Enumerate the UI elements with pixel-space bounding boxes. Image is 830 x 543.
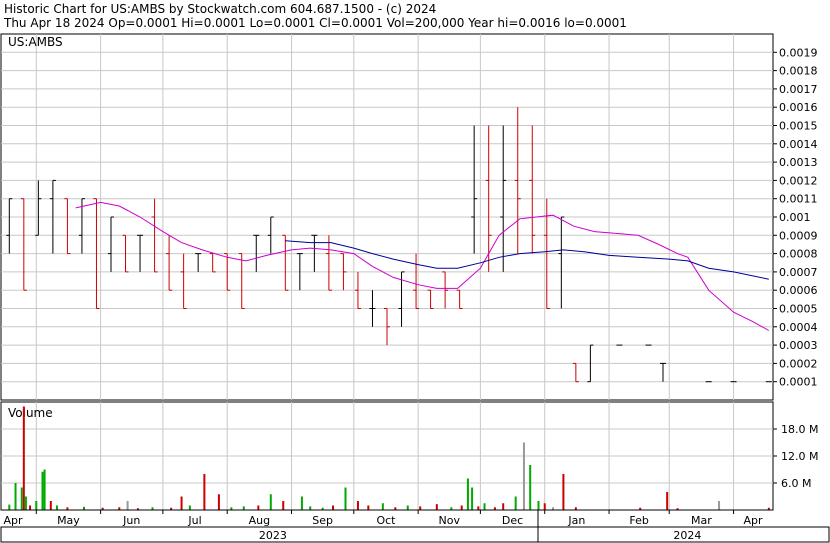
volume-bar	[471, 487, 474, 510]
month-label: Oct	[376, 514, 396, 527]
month-label: Mar	[691, 514, 712, 527]
month-label: Dec	[502, 514, 523, 527]
volume-tick-label: 12.0 M	[781, 450, 818, 463]
year-strip	[0, 526, 830, 543]
price-tick-label: 0.0002	[779, 357, 818, 370]
volume-bar	[56, 505, 59, 510]
volume-bar	[406, 505, 409, 510]
price-tick-label: 0.0012	[779, 174, 818, 187]
price-tick-label: 0.0005	[779, 303, 818, 316]
month-label: May	[57, 514, 80, 527]
month-label: Apr	[3, 514, 23, 527]
volume-axis: 6.0 M 12.0 M 18.0 M	[773, 423, 818, 490]
volume-label: Volume	[8, 406, 53, 420]
volume-bar	[14, 483, 17, 510]
volume-bar	[257, 505, 260, 510]
month-label: Jan	[567, 514, 585, 527]
volume-bar	[282, 501, 285, 510]
chart-title: Historic Chart for US:AMBS by Stockwatch…	[4, 2, 436, 16]
price-tick-label: 0.0009	[779, 229, 818, 242]
volume-bar	[477, 506, 480, 510]
volume-bar	[543, 503, 546, 510]
month-label: Jun	[122, 514, 140, 527]
volume-bar	[718, 501, 721, 510]
volume-bar	[381, 503, 384, 510]
volume-bar	[43, 469, 46, 510]
price-tick-label: 0.0016	[779, 101, 818, 114]
volume-bar	[300, 496, 303, 510]
volume-tick-label: 18.0 M	[781, 423, 818, 436]
volume-bar	[35, 501, 38, 510]
price-tick-label: 0.0018	[779, 65, 818, 78]
volume-bar	[529, 465, 532, 510]
volume-bar	[435, 504, 438, 510]
volume-bar	[8, 504, 11, 510]
volume-bar	[41, 471, 44, 510]
price-tick-label: 0.0007	[779, 266, 818, 279]
volume-bar	[419, 506, 422, 510]
price-tick-label: 0.0013	[779, 156, 818, 169]
volume-bar	[344, 487, 347, 510]
volume-bar	[24, 496, 27, 510]
price-tick-label: 0.0008	[779, 248, 818, 261]
volume-bar	[126, 501, 129, 510]
volume-bar	[242, 506, 245, 510]
volume-bar	[537, 501, 540, 510]
volume-bar	[203, 474, 206, 510]
volume-bar	[483, 503, 486, 510]
price-tick-label: 0.0014	[779, 138, 818, 151]
month-label: Sep	[312, 514, 333, 527]
volume-tick-label: 6.0 M	[781, 477, 811, 490]
stock-chart: Historic Chart for US:AMBS by Stockwatch…	[0, 2, 830, 543]
price-tick-label: 0.0006	[779, 284, 818, 297]
volume-bar	[332, 505, 335, 510]
volume-bar	[29, 505, 32, 510]
month-label: Aug	[249, 514, 270, 527]
price-tick-label: 0.0003	[779, 339, 818, 352]
year-label: 2024	[673, 529, 701, 542]
volume-bar	[562, 474, 565, 510]
volume-bar	[309, 506, 312, 510]
price-tick-label: 0.0015	[779, 120, 818, 133]
volume-bar	[514, 496, 517, 510]
quote-summary: Thu Apr 18 2024 Op=0.0001 Hi=0.0001 Lo=0…	[3, 16, 627, 30]
volume-bar	[502, 503, 505, 510]
volume-bar	[217, 494, 220, 510]
price-tick-label: 0.0011	[779, 193, 818, 206]
volume-bar	[466, 478, 469, 510]
price-tick-label: 0.0004	[779, 321, 818, 334]
volume-bar	[20, 487, 23, 510]
price-tick-label: 0.0017	[779, 83, 818, 96]
month-label: Nov	[439, 514, 461, 527]
month-label: Jul	[187, 514, 201, 527]
volume-bar	[367, 505, 370, 510]
price-tick-label: 0.0001	[779, 376, 818, 389]
volume-bar	[22, 406, 25, 510]
year-label: 2023	[259, 529, 287, 542]
volume-bar	[269, 494, 272, 510]
volume-bar	[180, 496, 183, 510]
volume-bar	[666, 492, 669, 510]
price-tick-label: 0.0019	[779, 46, 818, 59]
price-tick-label: 0.001	[779, 211, 811, 224]
month-label: Feb	[629, 514, 648, 527]
month-label: Apr	[743, 514, 763, 527]
volume-bar	[460, 505, 463, 510]
volume-bar	[188, 505, 191, 510]
price-axis: 0.0001 0.0002 0.0003 0.0004 0.0005 0.0006 0.00…	[773, 46, 818, 389]
symbol-label: US:AMBS	[8, 35, 63, 49]
volume-bar	[522, 442, 525, 510]
volume-bar	[356, 501, 359, 510]
volume-bar	[49, 501, 52, 510]
month-axis: Apr May Jun Jul Aug Sep Oct Nov Dec Jan Feb Mar Apr	[3, 510, 763, 527]
